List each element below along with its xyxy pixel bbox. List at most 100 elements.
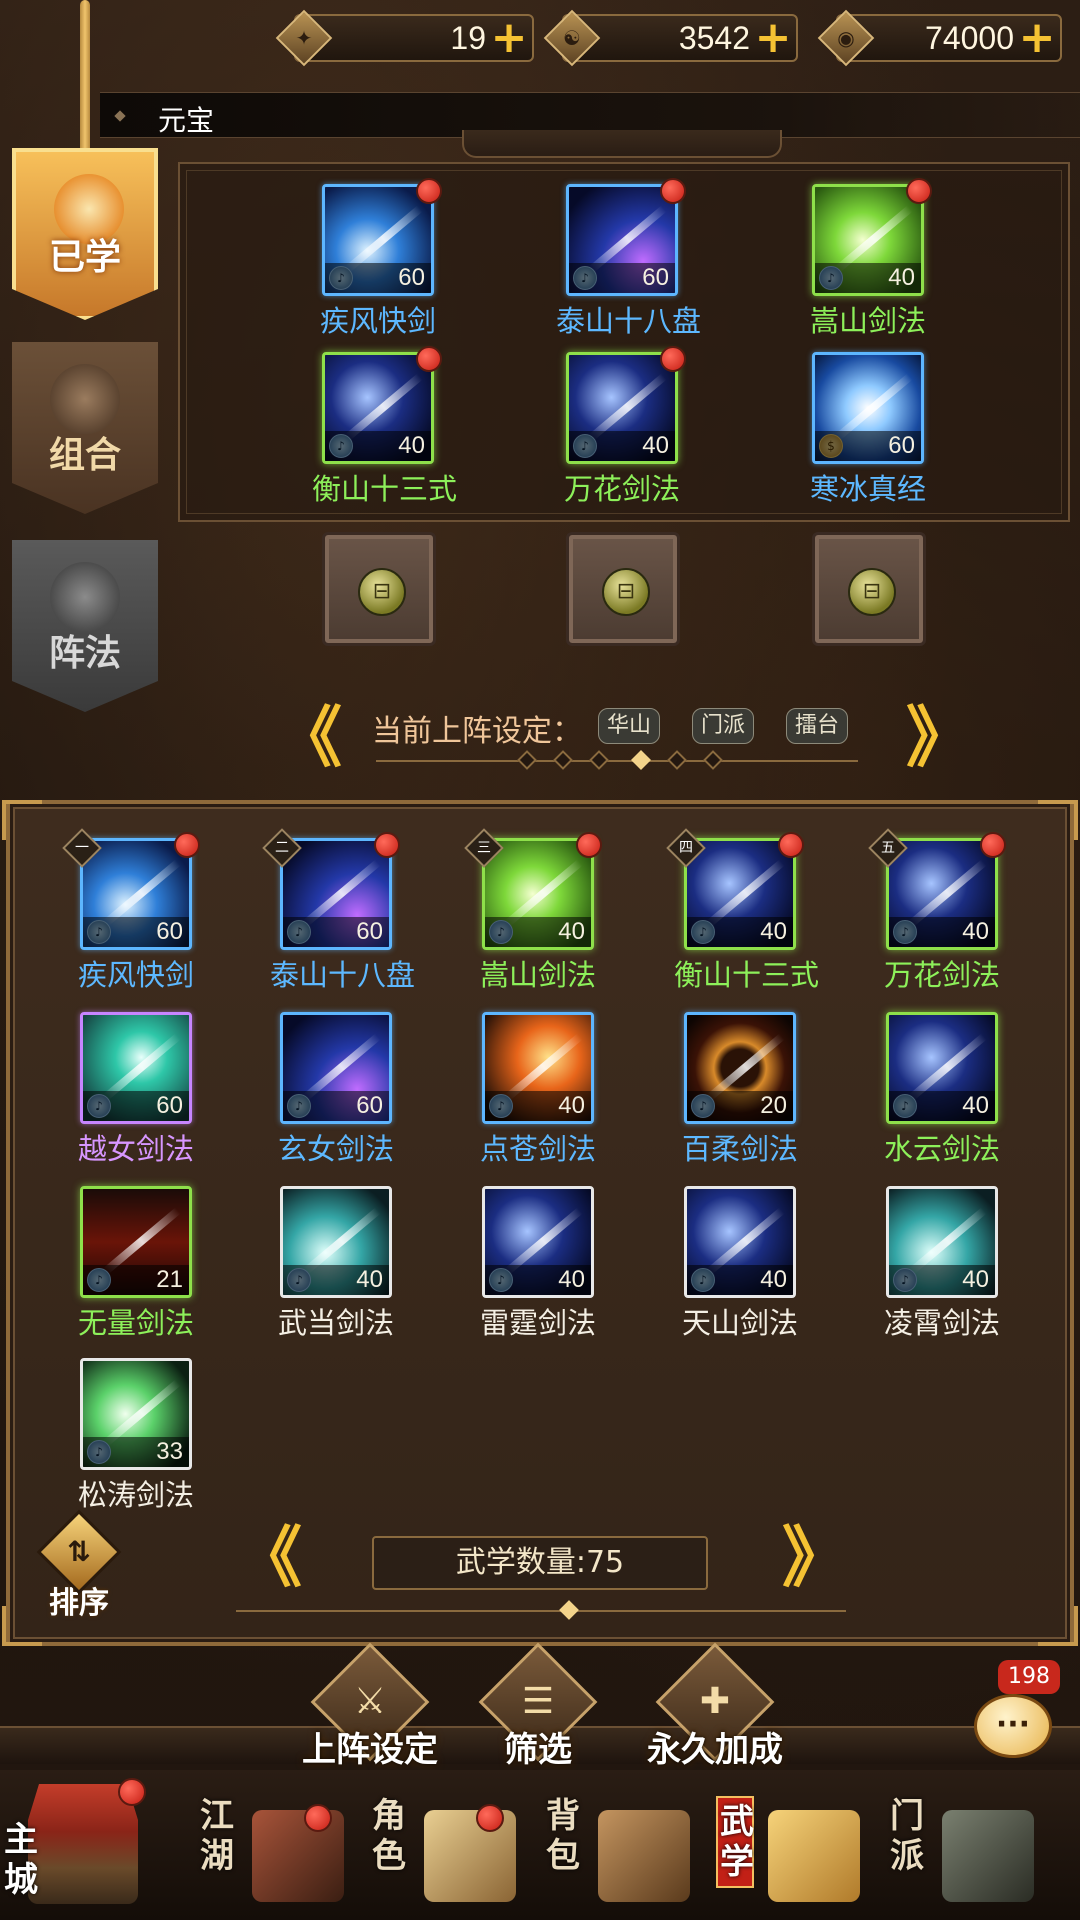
skill-name: 疾风快剑 (319, 304, 436, 338)
page-dot (553, 750, 573, 770)
action-bar: ⚔ 上阵设定 ☰ 筛选 ✚ 永久加成 (0, 1642, 1080, 1771)
skill-level: 40 (815, 263, 921, 293)
chat-button[interactable]: 198 ··· (970, 1660, 1060, 1770)
locked-slot[interactable]: ⊟ (322, 532, 436, 646)
skill-card[interactable]: ♪40 衡山十三式 (312, 346, 457, 508)
tooltip-text: 元宝 (158, 104, 215, 137)
nav-role-label: 角色 (372, 1796, 406, 1876)
skill-name: 点苍剑法 (479, 1132, 596, 1166)
notification-dot (778, 832, 804, 858)
skill-icon-frame: ♪40 (812, 184, 924, 296)
skill-card[interactable]: ♪60 泰山十八盘 (556, 178, 702, 340)
skill-level: 40 (889, 917, 995, 947)
skill-card[interactable]: ♪40四衡山十三式 (666, 828, 819, 994)
sort-button[interactable]: ⇅ 排序 (34, 1509, 124, 1622)
skill-card[interactable]: ♪60二泰山十八盘 (262, 828, 415, 994)
skill-card[interactable]: $60 寒冰真经 (802, 352, 934, 508)
tab-formation[interactable]: 阵法 (12, 540, 158, 712)
skill-icon-frame: ♪21 (80, 1186, 192, 1298)
next-formation-button[interactable]: 》 (906, 705, 972, 771)
add-silver-button[interactable]: + (1018, 16, 1056, 60)
scroll-icon (50, 364, 120, 434)
skill-level: 40 (485, 917, 591, 947)
skill-card[interactable]: ♪40 武当剑法 (270, 1186, 402, 1342)
add-token-button[interactable]: + (490, 16, 528, 60)
skill-card[interactable]: ♪40五万花剑法 (868, 828, 1008, 994)
skill-level: 60 (815, 431, 921, 461)
bag-icon (598, 1810, 690, 1902)
skill-level: 40 (889, 1265, 995, 1295)
skill-card[interactable]: ♪40 万花剑法 (556, 346, 688, 508)
skill-name: 凌霄剑法 (883, 1306, 1000, 1340)
yinyang-coin-icon: ☯ (543, 9, 601, 67)
skill-level: 40 (889, 1091, 995, 1121)
skill-name: 疾风快剑 (77, 958, 194, 992)
skill-name: 寒冰真经 (809, 472, 926, 506)
nav-sect[interactable]: 门派 (890, 1770, 1050, 1920)
slot-order-number: 三 (477, 840, 491, 856)
prev-formation-button[interactable]: 《 (276, 705, 342, 771)
skill-level: 40 (283, 1265, 389, 1295)
nav-home[interactable]: 主城 (0, 1770, 150, 1920)
slot-order-number: 四 (679, 840, 693, 856)
skill-level: 21 (83, 1265, 189, 1295)
bottom-nav: 主城 江湖 角色 背包 武学 门派 (0, 1770, 1080, 1920)
page-indicator-line (376, 760, 858, 762)
skill-card[interactable]: ♪40 凌霄剑法 (876, 1186, 1008, 1342)
formation-chip-arena[interactable]: 擂台 (786, 708, 849, 744)
lock-icon: ⊟ (602, 568, 650, 616)
skill-name: 嵩山剑法 (479, 958, 596, 992)
skill-name: 武当剑法 (277, 1306, 394, 1340)
skill-card[interactable]: ♪40 嵩山剑法 (802, 178, 934, 340)
lock-icon: ⊟ (848, 568, 896, 616)
nav-role[interactable]: 角色 (372, 1770, 532, 1920)
formation-chip-sect[interactable]: 门派 (692, 708, 755, 744)
notification-dot (660, 346, 686, 372)
tab-learned[interactable]: 已学 (12, 148, 158, 320)
add-yinyang-button[interactable]: + (754, 16, 792, 60)
skill-card[interactable]: ♪40 天山剑法 (674, 1186, 806, 1342)
skill-level: 40 (687, 1265, 793, 1295)
formation-chip-huashan[interactable]: 华山 (598, 708, 661, 744)
locked-slot[interactable]: ⊟ (566, 532, 680, 646)
lock-icon: ⊟ (358, 568, 406, 616)
tooltip-bullet (114, 110, 126, 122)
skill-card[interactable]: ♪40 点苍剑法 (472, 1012, 604, 1168)
skill-card[interactable]: ♪40 雷霆剑法 (472, 1186, 604, 1342)
skill-card[interactable]: ♪60 疾风快剑 (312, 178, 444, 340)
skill-icon-frame: ♪60 (566, 184, 678, 296)
skill-icon-frame: ♪60 (280, 1012, 392, 1124)
panel-header-ornament (462, 130, 782, 158)
skill-card[interactable]: ♪60一疾风快剑 (62, 828, 202, 994)
skill-card[interactable]: ♪60 越女剑法 (70, 1012, 202, 1168)
notification-dot (416, 178, 442, 204)
skill-card[interactable]: ♪40三嵩山剑法 (464, 828, 604, 994)
locked-slot[interactable]: ⊟ (812, 532, 926, 646)
skill-card[interactable]: ♪21 无量剑法 (70, 1186, 202, 1342)
skill-level: 60 (569, 263, 675, 293)
skill-card[interactable]: ♪33 松涛剑法 (70, 1358, 202, 1514)
formation-label: 当前上阵设定： (372, 714, 582, 749)
notification-dot (476, 1804, 504, 1832)
skill-card[interactable]: ♪40 水云剑法 (876, 1012, 1008, 1168)
permanent-bonus-button[interactable]: ✚ 永久加成 (640, 1642, 790, 1771)
skill-card[interactable]: ♪20 百柔剑法 (674, 1012, 806, 1168)
lineup-settings-button[interactable]: ⚔ 上阵设定 (300, 1642, 440, 1771)
prev-page-button[interactable]: 《 (236, 1525, 302, 1591)
skill-name: 泰山十八盘 (556, 304, 702, 338)
filter-button[interactable]: ☰ 筛选 (478, 1642, 598, 1771)
nav-bag[interactable]: 背包 (546, 1770, 706, 1920)
nav-jianghu[interactable]: 江湖 (200, 1770, 360, 1920)
skill-level: 60 (83, 1091, 189, 1121)
tab-combo[interactable]: 组合 (12, 342, 158, 514)
skill-icon-frame: ♪40 (280, 1186, 392, 1298)
next-page-button[interactable]: 》 (782, 1525, 848, 1591)
nav-martial[interactable]: 武学 (716, 1770, 876, 1920)
page-indicator-line (236, 1610, 846, 1612)
skill-card[interactable]: ♪60 玄女剑法 (270, 1012, 402, 1168)
skill-name: 万花剑法 (563, 472, 680, 506)
page-dot (517, 750, 537, 770)
slot-order-number: 二 (275, 840, 289, 856)
skill-icon-frame: ♪40 (684, 838, 796, 950)
notification-dot (374, 832, 400, 858)
